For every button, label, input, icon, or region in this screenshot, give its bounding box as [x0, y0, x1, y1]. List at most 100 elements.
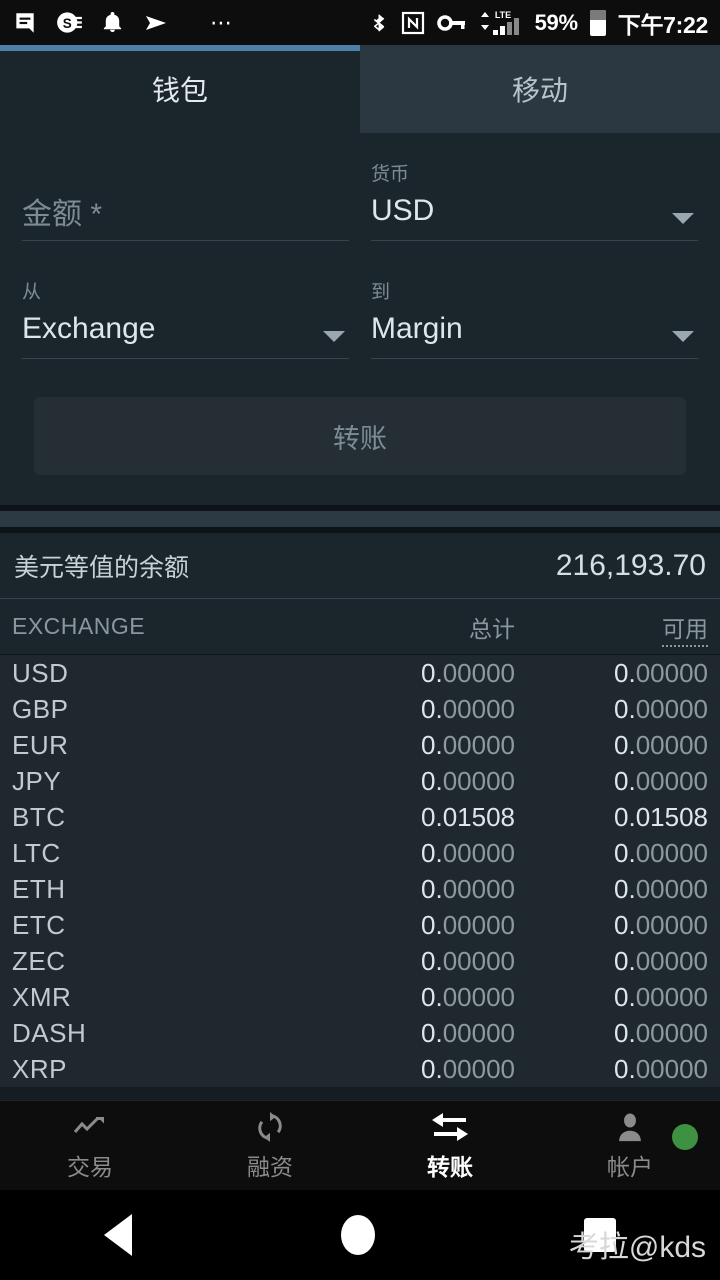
table-cell-available: 0.00000 [614, 873, 708, 904]
person-icon [617, 1110, 643, 1144]
nav-item-funding-label: 融资 [247, 1153, 293, 1180]
table-cell-available: 0.00000 [614, 657, 708, 688]
clock-label: 下午7:22 [617, 11, 709, 38]
vpn-key-icon [436, 13, 467, 33]
table-row[interactable]: USD 0.00000 0.00000 [0, 655, 720, 691]
nav-item-transfer-label: 转账 [427, 1153, 473, 1180]
nav-item-funding[interactable]: 融资 [180, 1110, 360, 1182]
table-row[interactable]: EUR 0.00000 0.00000 [0, 727, 720, 763]
usd-equivalent-balance-row: 美元等值的余额 216,193.70 [0, 533, 720, 599]
message-icon [12, 10, 38, 36]
currency-label: 货币 [371, 164, 410, 185]
svg-text:S: S [63, 16, 72, 31]
table-cell-total: 0.00000 [421, 693, 515, 724]
table-cell-available: 0.01508 [614, 801, 708, 832]
tab-wallet[interactable]: 钱包 [0, 45, 360, 133]
to-field-wrap: 到 Margin [371, 269, 698, 359]
wallet-table-header: EXCHANGE 总计 可用 [0, 599, 720, 655]
transfer-arrows-icon [430, 1110, 470, 1144]
table-cell-currency: USD [12, 657, 69, 688]
chevron-down-icon [323, 331, 345, 342]
to-select[interactable]: Margin [371, 303, 698, 359]
tab-move-label: 移动 [511, 75, 568, 106]
nav-item-account[interactable]: 帐户 [540, 1110, 720, 1182]
column-header-total-label: 总计 [469, 615, 515, 642]
table-row[interactable]: XMR 0.00000 0.00000 [0, 979, 720, 1015]
amount-label [22, 159, 349, 185]
table-cell-total: 0.00000 [421, 765, 515, 796]
from-label: 从 [22, 282, 42, 303]
nav-item-transfer[interactable]: 转账 [360, 1110, 540, 1182]
wallet-table-body: USD 0.00000 0.00000 GBP 0.00000 0.00000 EUR 0.0… [0, 655, 720, 1087]
status-dot-online [672, 1123, 698, 1150]
transfer-submit-button[interactable]: 转账 [34, 397, 686, 475]
table-row[interactable]: BTC 0.01508 0.01508 [0, 799, 720, 835]
table-cell-total: 0.00000 [421, 909, 515, 940]
column-header-available[interactable]: 可用 [533, 610, 708, 647]
table-cell-currency: ZEC [12, 945, 66, 976]
table-cell-currency: XMR [12, 981, 72, 1012]
table-cell-currency: ETH [12, 873, 66, 904]
column-header-exchange[interactable]: EXCHANGE [12, 613, 317, 640]
currency-select-value: USD [371, 193, 435, 227]
tab-move[interactable]: 移动 [360, 45, 720, 133]
table-cell-total: 0.00000 [421, 1017, 515, 1048]
transfer-form-card: 金额 * 货币 USD 从 Exchange 到 Margin 转账 [0, 133, 720, 505]
table-cell-currency: EUR [12, 729, 69, 760]
battery-percent-label: 59% [534, 9, 578, 35]
table-cell-total: 0.00000 [421, 657, 515, 688]
table-row[interactable]: LTC 0.00000 0.00000 [0, 835, 720, 871]
column-header-total[interactable]: 总计 [317, 610, 533, 644]
nav-item-account-label: 帐户 [607, 1153, 653, 1180]
currency-select[interactable]: USD [371, 185, 698, 241]
table-cell-available: 0.00000 [614, 945, 708, 976]
nav-item-trade-label: 交易 [67, 1153, 113, 1180]
amount-input-placeholder: 金额 * [22, 197, 103, 231]
amount-field-wrap: 金额 * [22, 151, 349, 241]
table-cell-total: 0.01508 [421, 801, 515, 832]
table-row[interactable]: ETC 0.00000 0.00000 [0, 907, 720, 943]
chevron-down-icon [672, 213, 694, 224]
tab-bar: 钱包 移动 [0, 45, 720, 133]
table-row[interactable]: GBP 0.00000 0.00000 [0, 691, 720, 727]
table-cell-total: 0.00000 [421, 1053, 515, 1084]
amount-input[interactable]: 金额 * [22, 185, 349, 241]
to-select-value: Margin [371, 311, 463, 345]
table-row[interactable]: XRP 0.00000 0.00000 [0, 1051, 720, 1087]
table-cell-total: 0.00000 [421, 729, 515, 760]
table-cell-currency: XRP [12, 1053, 67, 1084]
table-cell-available: 0.00000 [614, 693, 708, 724]
table-cell-total: 0.00000 [421, 873, 515, 904]
bottom-navigation: 交易 融资 转账 帐户 [0, 1100, 720, 1190]
table-cell-currency: JPY [12, 765, 62, 796]
table-cell-total: 0.00000 [421, 981, 515, 1012]
from-select[interactable]: Exchange [22, 303, 349, 359]
table-cell-total: 0.00000 [421, 945, 515, 976]
refresh-icon [256, 1110, 284, 1144]
from-field-wrap: 从 Exchange [22, 269, 349, 359]
status-bar-notifications: S ⋯ [12, 9, 369, 36]
nav-item-trade[interactable]: 交易 [0, 1110, 180, 1182]
balance-value: 216,193.70 [555, 548, 706, 582]
table-cell-currency: ETC [12, 909, 66, 940]
table-row[interactable]: JPY 0.00000 0.00000 [0, 763, 720, 799]
bell-icon [101, 10, 124, 35]
table-cell-available: 0.00000 [614, 1017, 708, 1048]
send-icon [142, 11, 170, 35]
table-cell-available: 0.00000 [614, 837, 708, 868]
table-row[interactable]: ETH 0.00000 0.00000 [0, 871, 720, 907]
battery-icon [589, 9, 606, 36]
home-button[interactable] [340, 1215, 375, 1255]
from-select-value: Exchange [22, 311, 156, 345]
table-cell-currency: BTC [12, 801, 66, 832]
table-row[interactable]: ZEC 0.00000 0.00000 [0, 943, 720, 979]
nfc-icon [401, 10, 425, 36]
table-row[interactable]: DASH 0.00000 0.00000 [0, 1015, 720, 1051]
chevron-down-icon [672, 331, 694, 342]
status-bar: S ⋯ LTE 59% 下午7:22 [0, 0, 720, 45]
watermark-label: 考拉@kds [568, 1231, 706, 1264]
section-divider-band [0, 511, 720, 527]
table-cell-currency: GBP [12, 693, 69, 724]
back-button[interactable] [104, 1214, 133, 1256]
status-bar-system: LTE 59% 下午7:22 [369, 6, 708, 40]
